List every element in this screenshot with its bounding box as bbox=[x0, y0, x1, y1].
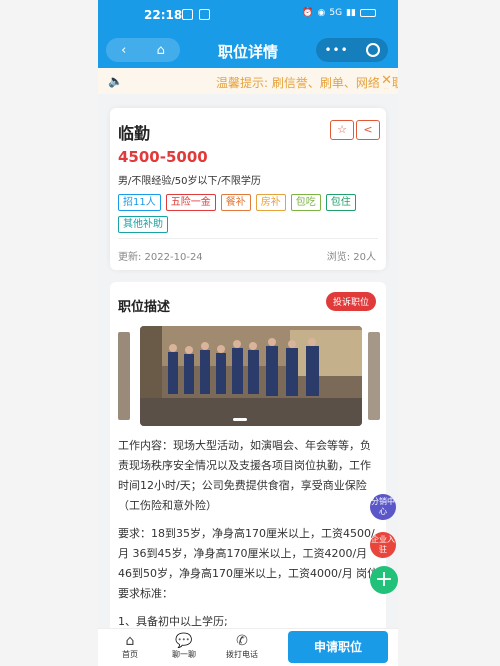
mini-program-capsule: ••• bbox=[316, 38, 388, 62]
section-title: 职位描述 bbox=[118, 300, 171, 315]
salary: 4500-5000 bbox=[118, 148, 208, 166]
benefit-tag: 五险一金 bbox=[165, 194, 216, 211]
notice-text: 温馨提示: 刷信誉、刷单、网络兼职 bbox=[216, 76, 398, 90]
home-icon: ⌂ bbox=[125, 633, 135, 649]
status-right: ⏰ ◉ 5G ▮▮ bbox=[302, 8, 376, 18]
wifi-icon: ◉ bbox=[317, 8, 326, 18]
bottom-bar: ⌂ 首页 💬 聊一聊 ✆ 拨打电话 申请职位 bbox=[98, 628, 398, 666]
status-bar: 22:18 ⏰ ◉ 5G ▮▮ bbox=[98, 0, 398, 32]
speaker-icon: 🔈 bbox=[108, 74, 123, 88]
description-paragraph: 要求：18到35岁，净身高170厘米以上，工资4500/月 36到45岁，净身高… bbox=[118, 527, 379, 600]
more-icon[interactable]: ••• bbox=[324, 43, 348, 57]
home-tab[interactable]: ⌂ 首页 bbox=[110, 633, 150, 660]
phone-icon: ✆ bbox=[236, 633, 248, 649]
notice-close-icon[interactable]: ✕ bbox=[379, 73, 392, 88]
complain-button[interactable]: 投诉职位 bbox=[325, 292, 376, 311]
benefit-tag: 包吃 bbox=[290, 194, 321, 211]
signal-label: 5G bbox=[329, 8, 343, 18]
call-tab[interactable]: ✆ 拨打电话 bbox=[222, 633, 262, 660]
signal-icon: ▮▮ bbox=[346, 8, 356, 18]
carousel-indicator bbox=[233, 418, 247, 421]
app-icon bbox=[199, 9, 210, 20]
benefit-tag: 其他补助 bbox=[118, 216, 168, 233]
benefit-tags: 招11人 五险一金 餐补 房补 包吃 包住其他补助 bbox=[118, 194, 380, 233]
call-tab-label: 拨打电话 bbox=[226, 650, 258, 659]
chat-tab[interactable]: 💬 聊一聊 bbox=[164, 633, 204, 660]
team-photo bbox=[140, 326, 362, 426]
view-count: 浏览: 20人 bbox=[326, 252, 376, 263]
carousel-next-image[interactable] bbox=[368, 332, 380, 420]
notice-bar: 🔈 温馨提示: 刷信誉、刷单、网络兼职 ✕ bbox=[98, 68, 398, 94]
description-paragraph: 工作内容：现场大型活动，如演唱会、年会等等，负责现场秩序安全情况以及支援各项目岗… bbox=[118, 439, 371, 512]
nav-bar: ‹ ⌂ 职位详情 ••• bbox=[98, 32, 398, 68]
job-photo-carousel[interactable] bbox=[140, 326, 362, 426]
job-description-text: 工作内容：现场大型活动，如演唱会、年会等等，负责现场秩序安全情况以及支援各项目岗… bbox=[118, 436, 380, 640]
battery-icon bbox=[360, 9, 376, 17]
chat-icon: 💬 bbox=[175, 633, 193, 649]
job-description-card: 职位描述 投诉职位 工作内容：现场大型活动，如演唱会、年会等等，负责现场秩序安全… bbox=[110, 282, 386, 666]
alarm-icon: ⏰ bbox=[302, 8, 314, 18]
divider bbox=[118, 238, 378, 239]
benefit-tag: 房补 bbox=[255, 194, 286, 211]
home-tab-label: 首页 bbox=[122, 650, 138, 659]
phone-screen: 22:18 ⏰ ◉ 5G ▮▮ ‹ ⌂ 职位详情 ••• 🔈 温馨提示: 刷信誉… bbox=[98, 0, 398, 666]
status-notification-icons bbox=[182, 9, 210, 20]
share-icon[interactable]: < bbox=[356, 120, 380, 140]
job-requirements: 男/不限经验/50岁以下/不限学历 bbox=[118, 176, 261, 187]
plus-icon[interactable]: + bbox=[370, 566, 398, 594]
carousel-prev-image[interactable] bbox=[118, 332, 130, 420]
status-time: 22:18 bbox=[144, 8, 183, 22]
favorite-star-icon[interactable]: ☆ bbox=[330, 120, 354, 140]
job-summary-card: 临勤 ☆ < 4500-5000 男/不限经验/50岁以下/不限学历 招11人五… bbox=[110, 108, 386, 270]
notification-icon bbox=[182, 9, 193, 20]
close-program-icon[interactable] bbox=[365, 43, 380, 57]
distribution-center-button[interactable]: 分销中心 bbox=[370, 494, 396, 520]
enterprise-entry-button[interactable]: 企业入驻 bbox=[370, 532, 396, 558]
update-date: 更新: 2022-10-24 bbox=[118, 252, 203, 263]
benefit-tag: 招11人 bbox=[118, 194, 161, 211]
benefit-tag: 餐补 bbox=[220, 194, 251, 211]
job-title: 临勤 bbox=[118, 124, 151, 143]
benefit-tag: 包住 bbox=[325, 194, 356, 211]
chat-tab-label: 聊一聊 bbox=[172, 650, 196, 659]
apply-button[interactable]: 申请职位 bbox=[288, 631, 388, 663]
